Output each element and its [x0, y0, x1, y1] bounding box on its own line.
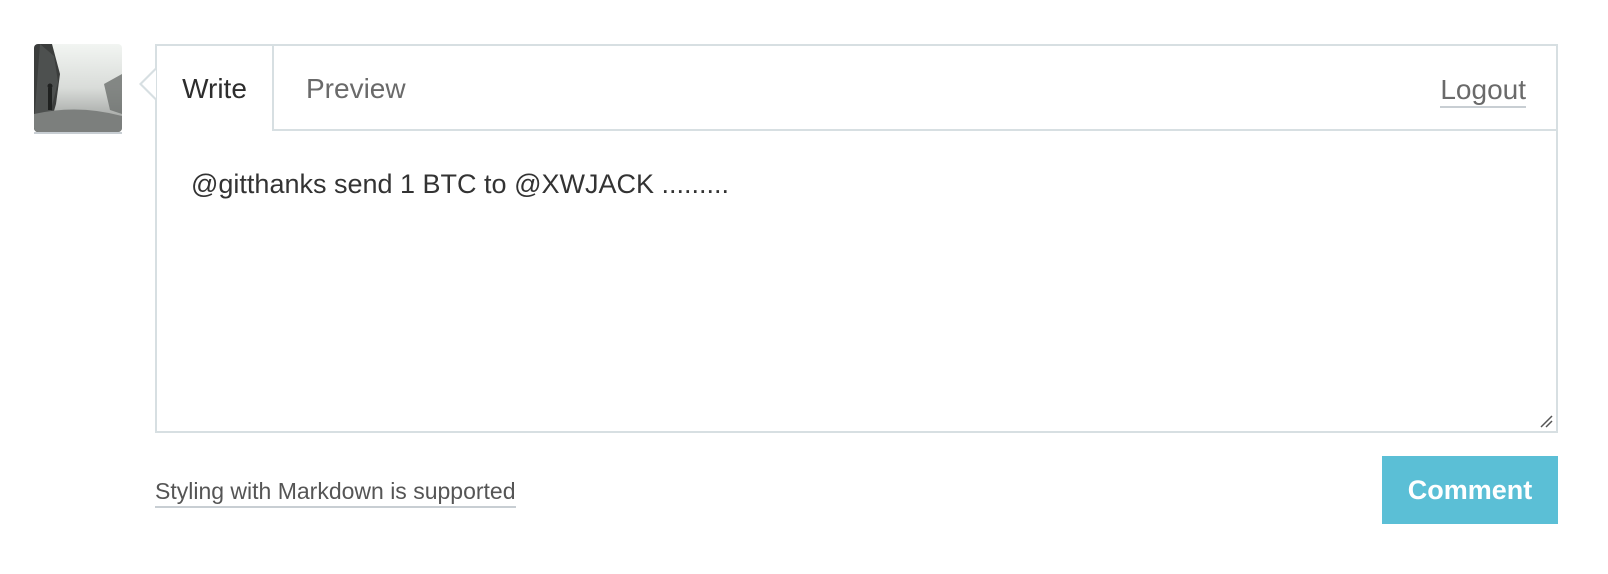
comment-textarea[interactable]: @gitthanks send 1 BTC to @XWJACK .......… [157, 131, 1556, 431]
avatar-image [34, 44, 122, 132]
avatar-underline [34, 132, 122, 134]
avatar[interactable] [34, 44, 122, 132]
comment-button[interactable]: Comment [1382, 456, 1558, 524]
editor-pointer-fill [142, 70, 156, 98]
tab-preview[interactable]: Preview [306, 46, 406, 131]
comment-form: Write Preview Logout @gitthanks send 1 B… [0, 0, 1608, 574]
markdown-help-link[interactable]: Styling with Markdown is supported [155, 476, 516, 508]
logout-link[interactable]: Logout [1440, 74, 1526, 108]
editor-tabbar: Write Preview Logout [157, 46, 1556, 131]
tab-write[interactable]: Write [157, 46, 274, 131]
resize-grip-icon[interactable] [1537, 412, 1553, 428]
comment-editor: Write Preview Logout @gitthanks send 1 B… [155, 44, 1558, 433]
